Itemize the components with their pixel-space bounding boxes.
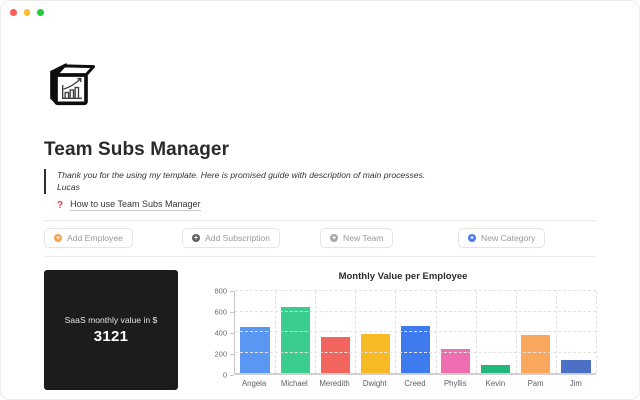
vertical-gridline xyxy=(315,291,316,373)
chart-y-axis: 0200400600800 xyxy=(210,291,234,375)
chart-x-axis-labels: AngelaMichaelMeredithDwightCreedPhyllisK… xyxy=(234,379,596,388)
stat-card-value: 3121 xyxy=(94,328,129,345)
bar-angela xyxy=(240,327,269,373)
x-axis-label: Kevin xyxy=(475,379,515,388)
y-axis-tick-label: 800 xyxy=(214,287,227,296)
x-axis-label: Michael xyxy=(274,379,314,388)
vertical-gridline xyxy=(395,291,396,373)
x-axis-label: Phyllis xyxy=(435,379,475,388)
plus-circle-icon: + xyxy=(54,234,62,242)
plus-circle-icon: + xyxy=(330,234,338,242)
quote-line-2: Lucas xyxy=(57,182,596,194)
horizontal-gridline xyxy=(235,290,596,291)
bar-dwight xyxy=(361,334,390,373)
x-axis-label: Meredith xyxy=(314,379,354,388)
vertical-gridline xyxy=(355,291,356,373)
quote-line-1: Thank you for the using my template. Her… xyxy=(57,170,596,182)
action-button-row: + Add Employee + Add Subscription + New … xyxy=(44,221,596,256)
plus-circle-icon: + xyxy=(468,234,476,242)
page-title: Team Subs Manager xyxy=(44,139,596,161)
app-window: Team Subs Manager Thank you for the usin… xyxy=(0,0,640,400)
add-subscription-button[interactable]: + Add Subscription xyxy=(182,228,280,248)
how-to-use-link[interactable]: ? How to use Team Subs Manager xyxy=(57,199,201,211)
zoom-window-button[interactable] xyxy=(37,9,44,16)
how-to-use-link-label: How to use Team Subs Manager xyxy=(70,199,200,211)
bar-jim xyxy=(561,360,590,373)
stat-card-label: SaaS monthly value in $ xyxy=(65,315,158,325)
new-team-button[interactable]: + New Team xyxy=(320,228,393,248)
bar-cell xyxy=(395,291,435,373)
vertical-gridline xyxy=(476,291,477,373)
vertical-gridline xyxy=(275,291,276,373)
question-mark-icon: ? xyxy=(57,200,63,211)
x-axis-label: Jim xyxy=(556,379,596,388)
new-team-label: New Team xyxy=(343,233,383,243)
y-axis-tick-label: 400 xyxy=(214,329,227,338)
welcome-quote: Thank you for the using my template. Her… xyxy=(44,169,596,194)
traffic-lights xyxy=(10,9,44,16)
monthly-value-chart: Monthly Value per Employee 0 200 400 600 800… xyxy=(210,270,596,390)
vertical-gridline xyxy=(516,291,517,373)
bar-cell xyxy=(235,291,275,373)
bar-meredith xyxy=(321,337,350,373)
chart-plot xyxy=(234,291,596,375)
bar-cell xyxy=(476,291,516,373)
bar-creed xyxy=(401,326,430,373)
vertical-gridline xyxy=(556,291,557,373)
new-category-label: New Category xyxy=(481,233,535,243)
bar-cell xyxy=(436,291,476,373)
x-axis-label: Pam xyxy=(516,379,556,388)
new-category-button[interactable]: + New Category xyxy=(458,228,545,248)
cube-chart-logo-icon xyxy=(44,60,98,110)
bar-michael xyxy=(281,307,310,373)
bar-cell xyxy=(556,291,596,373)
vertical-gridline xyxy=(436,291,437,373)
bar-cell xyxy=(355,291,395,373)
vertical-gridline xyxy=(596,291,597,373)
horizontal-gridline xyxy=(235,331,596,332)
horizontal-gridline xyxy=(235,311,596,312)
add-subscription-label: Add Subscription xyxy=(205,233,270,243)
bar-cell xyxy=(315,291,355,373)
bar-cell xyxy=(275,291,315,373)
x-axis-label: Dwight xyxy=(355,379,395,388)
divider xyxy=(44,256,596,257)
x-axis-label: Creed xyxy=(395,379,435,388)
saas-monthly-value-card: SaaS monthly value in $ 3121 xyxy=(44,270,178,390)
add-employee-label: Add Employee xyxy=(67,233,123,243)
plus-circle-icon: + xyxy=(192,234,200,242)
bar-phyllis xyxy=(441,349,470,373)
chart-title: Monthly Value per Employee xyxy=(210,271,596,282)
add-employee-button[interactable]: + Add Employee xyxy=(44,228,133,248)
close-window-button[interactable] xyxy=(10,9,17,16)
y-axis-tick-label: 0 xyxy=(223,371,227,380)
bar-cell xyxy=(516,291,556,373)
x-axis-label: Angela xyxy=(234,379,274,388)
chart-bars xyxy=(235,291,596,373)
minimize-window-button[interactable] xyxy=(24,9,31,16)
y-axis-tick-label: 200 xyxy=(214,350,227,359)
y-axis-tick-label: 600 xyxy=(214,308,227,317)
horizontal-gridline xyxy=(235,352,596,353)
bar-kevin xyxy=(481,365,510,373)
bar-pam xyxy=(521,335,550,373)
